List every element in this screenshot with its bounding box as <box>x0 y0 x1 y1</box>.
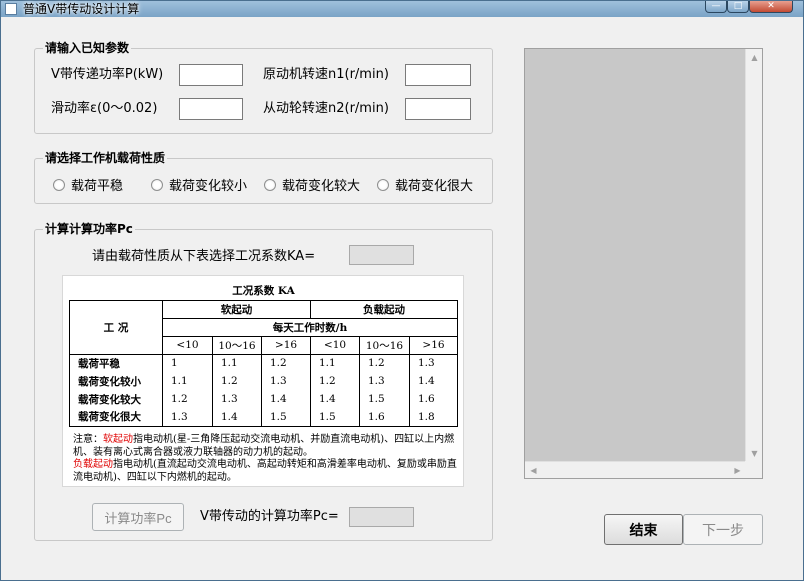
ka-hours-cell: 10～16 <box>359 335 410 355</box>
ka-soft-start-header: 软起动 <box>162 299 311 319</box>
radio-dot-icon <box>264 178 276 191</box>
known-params-group: 请输入已知参数 <box>34 40 493 134</box>
ka-output <box>349 245 414 265</box>
scroll-up-icon[interactable]: ▲ <box>746 49 763 66</box>
table-row: 载荷变化较大 1.2 1.3 1.4 1.4 1.5 1.6 <box>69 390 458 408</box>
scroll-right-icon[interactable]: ▶ <box>729 462 746 479</box>
ka-table-note: 注意：软起动指电动机(星-三角降压起动交流电动机、并励直流电动机)、四缸以上内燃… <box>73 434 457 483</box>
ka-table-caption: 工况系数 KA <box>69 282 458 301</box>
load-nature-title: 请选择工作机载荷性质 <box>43 150 168 166</box>
slip-input[interactable] <box>179 98 243 120</box>
scroll-left-icon[interactable]: ◀ <box>525 462 542 479</box>
n2-label: 从动轮转速n2(r/min) <box>263 101 389 116</box>
table-row: 载荷变化很大 1.3 1.4 1.5 1.5 1.6 1.8 <box>69 408 458 427</box>
known-params-title: 请输入已知参数 <box>43 40 132 56</box>
table-row: 载荷变化较小 1.1 1.2 1.3 1.2 1.3 1.4 <box>69 372 458 390</box>
maximize-button[interactable]: □ <box>727 1 749 13</box>
pc-output <box>349 507 414 527</box>
ka-table-image: 工况系数 KA 工 况 软起动 负载起动 每天工作时数/h <10 10～16 … <box>62 275 464 487</box>
n1-label: 原动机转速n1(r/min) <box>263 67 389 82</box>
close-button[interactable]: ✕ <box>749 1 793 13</box>
ka-hours-cell: >16 <box>261 335 311 355</box>
n1-input[interactable] <box>405 64 471 86</box>
radio-label: 载荷变化较大 <box>282 179 361 194</box>
horizontal-scrollbar[interactable]: ◀ ▶ <box>525 461 746 478</box>
scroll-down-icon[interactable]: ▼ <box>746 445 763 462</box>
result-listbox[interactable]: ▲ ▼ ◀ ▶ <box>524 48 763 479</box>
table-row: 载荷平稳 1 1.1 1.2 1.1 1.2 1.3 <box>69 354 458 372</box>
radio-label: 载荷平稳 <box>71 179 124 194</box>
next-step-button[interactable]: 下一步 <box>683 514 763 545</box>
ka-table: 工况系数 KA 工 况 软起动 负载起动 每天工作时数/h <10 10～16 … <box>69 282 458 427</box>
radio-load-steady[interactable]: 载荷平稳 <box>53 175 123 194</box>
vertical-scrollbar[interactable]: ▲ ▼ <box>745 49 762 462</box>
radio-load-very-large-change[interactable]: 载荷变化很大 <box>377 175 473 194</box>
scroll-corner <box>745 461 762 478</box>
pc-label: V带传动的计算功率Pc= <box>200 509 339 524</box>
main-window: 普通V带传动设计计算 — □ ✕ 请输入已知参数 V带传递功率P(kW) 原动机… <box>0 0 804 581</box>
minimize-button[interactable]: — <box>705 1 727 13</box>
title-bar[interactable]: 普通V带传动设计计算 — □ ✕ <box>1 1 803 17</box>
slip-label: 滑动率ε(0～0.02) <box>51 101 158 116</box>
radio-dot-icon <box>53 178 65 191</box>
ka-load-start-header: 负载起动 <box>310 299 458 319</box>
ka-hours-cell: 10～16 <box>212 335 262 355</box>
radio-label: 载荷变化较小 <box>169 179 248 194</box>
radio-load-large-change[interactable]: 载荷变化较大 <box>264 175 360 194</box>
ka-hours-cell: <10 <box>162 335 213 355</box>
power-label: V带传递功率P(kW) <box>51 67 164 82</box>
calc-power-title: 计算计算功率Pc <box>43 221 135 237</box>
calc-pc-button[interactable]: 计算功率Pc <box>92 503 184 531</box>
ka-hours-cell: <10 <box>310 335 360 355</box>
radio-dot-icon <box>151 178 163 191</box>
app-icon <box>5 3 17 15</box>
ka-col-condition: 工 况 <box>69 299 163 355</box>
finish-button[interactable]: 结束 <box>604 514 683 545</box>
radio-dot-icon <box>377 178 389 191</box>
ka-hours-header: 每天工作时数/h <box>162 317 458 337</box>
radio-load-small-change[interactable]: 载荷变化较小 <box>151 175 247 194</box>
radio-label: 载荷变化很大 <box>395 179 474 194</box>
ka-hours-cell: >16 <box>409 335 458 355</box>
n2-input[interactable] <box>405 98 471 120</box>
power-input[interactable] <box>179 64 243 86</box>
ka-prompt: 请由载荷性质从下表选择工况系数KA= <box>92 249 316 264</box>
window-title: 普通V带传动设计计算 <box>23 2 140 16</box>
